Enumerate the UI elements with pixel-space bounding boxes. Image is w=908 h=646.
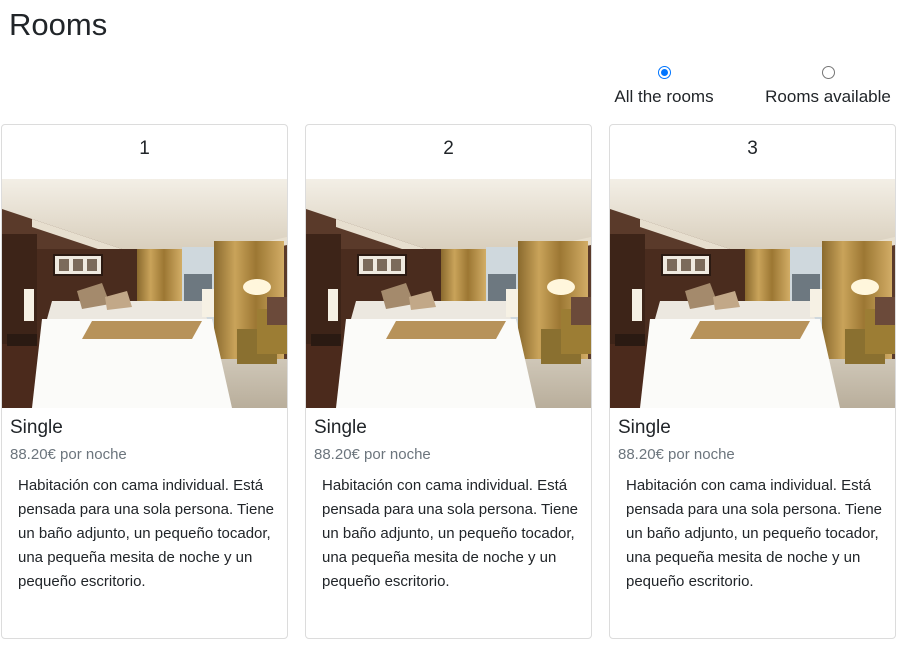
all-rooms-label[interactable]: All the rooms — [612, 87, 716, 107]
room-card[interactable]: 3 Single 88.20€ por noche Habitación con… — [609, 124, 896, 639]
rooms-available-label[interactable]: Rooms available — [762, 87, 894, 107]
room-number: 1 — [139, 138, 150, 159]
page-title: Rooms — [9, 7, 108, 42]
room-description: Habitación con cama individual. Está pen… — [626, 477, 883, 590]
room-price: 88.20€ por noche — [314, 446, 431, 463]
room-number: 2 — [443, 138, 454, 159]
room-description: Habitación con cama individual. Está pen… — [18, 477, 275, 590]
room-price: 88.20€ por noche — [618, 446, 735, 463]
filter-all-rooms[interactable]: All the rooms — [612, 66, 716, 107]
room-price: 88.20€ por noche — [10, 446, 127, 463]
room-type: Single — [618, 417, 671, 438]
room-description: Habitación con cama individual. Está pen… — [322, 477, 579, 590]
rooms-available-radio[interactable] — [821, 66, 835, 79]
room-card[interactable]: 2 Single 88.20€ por noche Habitación con… — [305, 124, 592, 639]
room-type: Single — [314, 417, 367, 438]
room-type: Single — [10, 417, 63, 438]
room-photo — [610, 179, 895, 408]
all-rooms-radio[interactable] — [657, 66, 671, 79]
room-photo — [2, 179, 287, 408]
filter-rooms-available[interactable]: Rooms available — [762, 66, 894, 107]
room-number: 3 — [747, 138, 758, 159]
room-photo — [306, 179, 591, 408]
room-card[interactable]: 1 Single 88.20€ por noche Habitación con… — [1, 124, 288, 639]
